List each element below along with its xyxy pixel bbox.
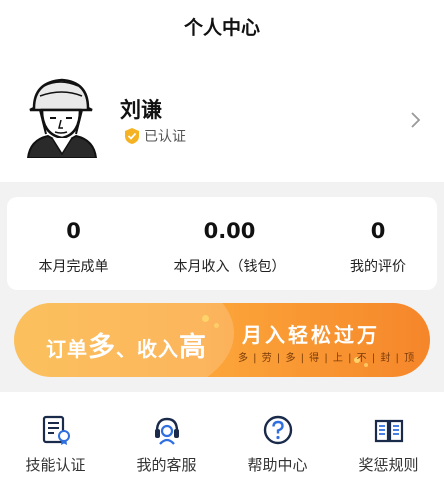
user-name: 刘谦 [120, 98, 162, 122]
stats-card: 0 本月完成单 0.00 本月收入（钱包） 0 我的评价 [7, 197, 437, 290]
slogan-text: 订单 [46, 337, 88, 361]
stat-label: 本月完成单 [38, 259, 109, 275]
top-bar: 个人中心 [0, 0, 444, 52]
tool-customer-service[interactable]: 我的客服 [111, 392, 222, 495]
tools-grid: 技能认证 我的客服 帮助中心 奖惩规则 [0, 392, 444, 495]
stat-monthly-orders[interactable]: 0 本月完成单 [7, 197, 140, 290]
stat-label: 本月收入（钱包） [173, 259, 286, 275]
headset-icon [154, 417, 179, 445]
verified-label: 已认证 [144, 129, 186, 145]
profile-card[interactable]: 刘谦 已认证 [0, 52, 444, 182]
tool-skill-certification[interactable]: 技能认证 [0, 392, 111, 495]
stat-monthly-income[interactable]: 0.00 本月收入（钱包） [140, 197, 319, 290]
tool-label: 奖惩规则 [358, 456, 419, 474]
banner-slogan: 订单多、收入高 [46, 325, 207, 364]
avatar[interactable] [20, 74, 102, 158]
slogan-emphasis: 多 [88, 332, 116, 363]
tool-rewards-rules[interactable]: 奖惩规则 [333, 392, 444, 495]
slogan-text: 、收入 [116, 337, 179, 361]
verified-status: 已认证 [124, 126, 186, 146]
stat-value: 0.00 [203, 219, 256, 243]
stat-label: 我的评价 [350, 259, 406, 275]
promo-banner[interactable]: 订单多、收入高 月入轻松过万 多 | 劳 | 多 | 得 | 上 | 不 | 封… [14, 303, 430, 377]
help-icon [263, 415, 292, 445]
tool-label: 技能认证 [25, 456, 86, 474]
coin-decoration [202, 315, 209, 322]
shield-check-icon [125, 128, 139, 144]
chevron-right-icon[interactable] [408, 110, 422, 130]
stat-value: 0 [66, 219, 81, 243]
stat-value: 0 [370, 219, 386, 243]
stat-my-reviews[interactable]: 0 我的评价 [319, 197, 437, 290]
tool-help-center[interactable]: 帮助中心 [222, 392, 333, 495]
coin-decoration [214, 323, 219, 328]
page-title: 个人中心 [183, 16, 260, 39]
tool-label: 我的客服 [136, 456, 197, 474]
banner-promo: 月入轻松过万 [242, 323, 380, 347]
banner-motto: 多 | 劳 | 多 | 得 | 上 | 不 | 封 | 顶 [238, 353, 416, 364]
book-icon [374, 419, 403, 443]
slogan-emphasis: 高 [179, 332, 207, 363]
tool-label: 帮助中心 [247, 456, 308, 474]
certificate-icon [42, 415, 70, 445]
